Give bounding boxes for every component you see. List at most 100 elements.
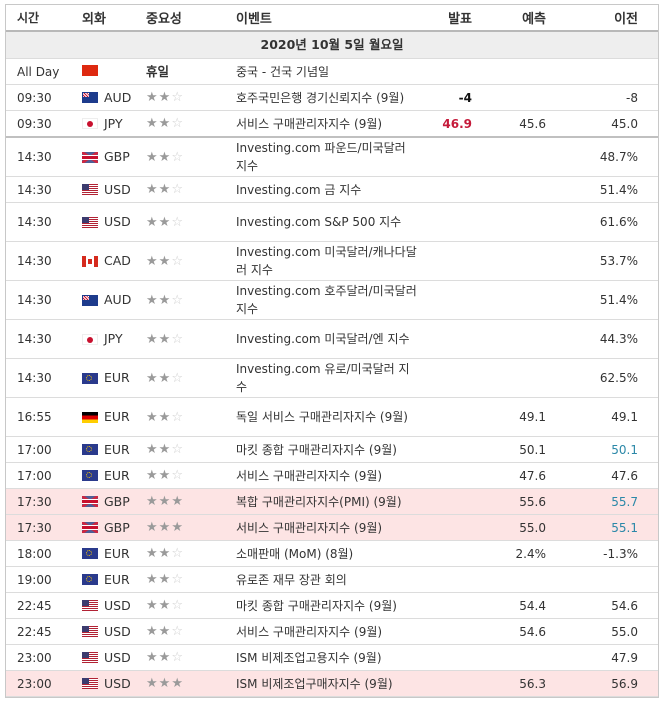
previous-value: 55.7 (554, 488, 638, 515)
event-name[interactable]: 유로존 재무 장관 회의 (236, 566, 426, 593)
currency-code: EUR (104, 441, 130, 457)
star-filled-icon: ★ (146, 650, 159, 665)
currency-cell (82, 58, 146, 85)
importance-rating: ★★☆ (146, 436, 236, 463)
row-spacer (638, 540, 658, 567)
star-filled-icon: ★ (158, 253, 172, 269)
star-filled-icon: ★ (158, 520, 172, 535)
table-row[interactable]: 23:00 USD ★★★ ISM 비제조업구매자지수 (9월) 56.3 56.9 (6, 670, 658, 697)
table-row[interactable]: 17:00 EUR ★★☆ 서비스 구매관리자지수 (9월) 47.6 47.6 (6, 462, 658, 489)
row-spacer (638, 670, 658, 697)
table-row[interactable]: 14:30 JPY ★★☆ Investing.com 미국달러/엔 지수 44.3% (6, 319, 658, 359)
star-filled-icon: ★ (171, 494, 184, 509)
header-event[interactable]: 이벤트 (236, 5, 426, 32)
star-filled-icon: ★ (146, 214, 159, 230)
eu-flag-icon (82, 574, 98, 585)
table-row[interactable]: 14:30 USD ★★☆ Investing.com 금 지수 51.4% (6, 176, 658, 203)
currency-code: EUR (104, 467, 130, 483)
holiday-row[interactable]: All Day 휴일 중국 - 건국 기념일 (6, 58, 658, 85)
currency-code: GBP (104, 519, 130, 535)
header-actual[interactable]: 발표 (426, 5, 472, 32)
importance-rating: ★★★ (146, 670, 236, 697)
actual-value (426, 176, 472, 203)
previous-value: 54.6 (554, 592, 638, 619)
table-row[interactable]: 18:00 EUR ★★☆ 소매판매 (MoM) (8월) 2.4% -1.3% (6, 540, 658, 567)
event-name[interactable]: Investing.com 유로/미국달러 지수 (236, 358, 426, 398)
importance-stars: ★★★ (146, 676, 184, 691)
forecast-value: 50.1 (472, 436, 554, 463)
star-filled-icon: ★ (158, 650, 172, 665)
japan-flag-icon (82, 118, 98, 129)
previous-value: 49.1 (554, 397, 638, 437)
event-name[interactable]: 서비스 구매관리자지수 (9월) (236, 462, 426, 489)
table-row[interactable]: 14:30 USD ★★☆ Investing.com S&P 500 지수 61.6% (6, 202, 658, 242)
event-name[interactable]: 중국 - 건국 기념일 (236, 58, 658, 85)
currency: GBP (82, 493, 146, 511)
event-name[interactable]: ISM 비제조업구매자지수 (9월) (236, 670, 426, 697)
event-name[interactable]: 마킷 종합 구매관리자지수 (9월) (236, 436, 426, 463)
event-name[interactable]: Investing.com 호주달러/미국달러 지수 (236, 280, 426, 320)
currency: GBP (82, 519, 146, 537)
table-row[interactable]: 23:00 USD ★★☆ ISM 비제조업고용지수 (9월) 47.9 (6, 644, 658, 671)
header-forecast[interactable]: 예측 (472, 5, 554, 32)
importance-rating: ★★☆ (146, 241, 236, 281)
table-row[interactable]: 14:30 GBP ★★☆ Investing.com 파운드/미국달러 지수 48.7… (6, 137, 658, 177)
event-time: 19:00 (6, 566, 82, 593)
star-filled-icon: ★ (146, 409, 159, 425)
table-row[interactable]: 09:30 AUD ★★☆ 호주국민은행 경기신뢰지수 (9월) -4 -8 (6, 84, 658, 111)
table-row[interactable]: 14:30 EUR ★★☆ Investing.com 유로/미국달러 지수 62.5% (6, 358, 658, 398)
star-empty-icon: ☆ (171, 468, 184, 483)
importance-stars: ★★☆ (146, 371, 184, 386)
currency-cell: EUR (82, 540, 146, 567)
star-filled-icon: ★ (158, 182, 172, 197)
row-spacer (638, 462, 658, 489)
event-name[interactable]: 서비스 구매관리자지수 (9월) (236, 514, 426, 541)
event-name[interactable]: Investing.com 파운드/미국달러 지수 (236, 137, 426, 177)
table-row[interactable]: 17:00 EUR ★★☆ 마킷 종합 구매관리자지수 (9월) 50.1 50.1 (6, 436, 658, 463)
table-row[interactable]: 14:30 CAD ★★☆ Investing.com 미국달러/캐나다달러 지수 53… (6, 241, 658, 281)
table-row[interactable]: 14:30 AUD ★★☆ Investing.com 호주달러/미국달러 지수 51.… (6, 280, 658, 320)
currency-code: USD (104, 214, 131, 229)
date-label: 2020년 10월 5일 월요일 (6, 31, 658, 59)
event-name[interactable]: 독일 서비스 구매관리자지수 (9월) (236, 397, 426, 437)
actual-value (426, 241, 472, 281)
importance-rating: ★★☆ (146, 319, 236, 359)
star-filled-icon: ★ (158, 214, 172, 230)
table-row[interactable]: 17:30 GBP ★★★ 복합 구매관리자지수(PMI) (9월) 55.6 55.7 (6, 488, 658, 515)
header-importance[interactable]: 중요성 (146, 5, 236, 32)
event-name[interactable]: 서비스 구매관리자지수 (9월) (236, 618, 426, 645)
forecast-value (472, 176, 554, 203)
header-previous[interactable]: 이전 (554, 5, 638, 32)
table-row[interactable]: 19:00 EUR ★★☆ 유로존 재무 장관 회의 (6, 566, 658, 593)
row-spacer (638, 358, 658, 398)
header-currency[interactable]: 외화 (82, 5, 146, 32)
star-filled-icon: ★ (158, 116, 172, 131)
previous-value: 47.9 (554, 644, 638, 671)
table-row[interactable]: 09:30 JPY ★★☆ 서비스 구매관리자지수 (9월) 46.9 45.6 45.0 (6, 110, 658, 138)
importance-stars: ★★☆ (146, 546, 184, 561)
event-name[interactable]: 소매판매 (MoM) (8월) (236, 540, 426, 567)
event-name[interactable]: Investing.com 미국달러/캐나다달러 지수 (236, 241, 426, 281)
table-row[interactable]: 22:45 USD ★★☆ 서비스 구매관리자지수 (9월) 54.6 55.0 (6, 618, 658, 645)
us-flag-icon (82, 626, 98, 637)
header-time[interactable]: 시간 (6, 5, 82, 32)
currency: AUD (82, 291, 146, 309)
currency: EUR (82, 467, 146, 485)
event-name[interactable]: Investing.com S&P 500 지수 (236, 202, 426, 242)
event-name[interactable]: ISM 비제조업고용지수 (9월) (236, 644, 426, 671)
table-row[interactable]: 17:30 GBP ★★★ 서비스 구매관리자지수 (9월) 55.0 55.1 (6, 514, 658, 541)
event-name[interactable]: Investing.com 미국달러/엔 지수 (236, 319, 426, 359)
star-empty-icon: ☆ (171, 546, 184, 561)
event-name[interactable]: 복합 구매관리자지수(PMI) (9월) (236, 488, 426, 515)
event-name[interactable]: 마킷 종합 구매관리자지수 (9월) (236, 592, 426, 619)
star-filled-icon: ★ (158, 468, 172, 483)
eu-flag-icon (82, 444, 98, 455)
importance-rating: ★★☆ (146, 358, 236, 398)
table-row[interactable]: 22:45 USD ★★☆ 마킷 종합 구매관리자지수 (9월) 54.4 54.6 (6, 592, 658, 619)
event-name[interactable]: 호주국민은행 경기신뢰지수 (9월) (236, 84, 426, 111)
currency-cell: EUR (82, 358, 146, 398)
event-name[interactable]: 서비스 구매관리자지수 (9월) (236, 110, 426, 138)
table-row[interactable]: 16:55 EUR ★★☆ 독일 서비스 구매관리자지수 (9월) 49.1 49.1 (6, 397, 658, 437)
currency: USD (82, 597, 146, 615)
event-name[interactable]: Investing.com 금 지수 (236, 176, 426, 203)
